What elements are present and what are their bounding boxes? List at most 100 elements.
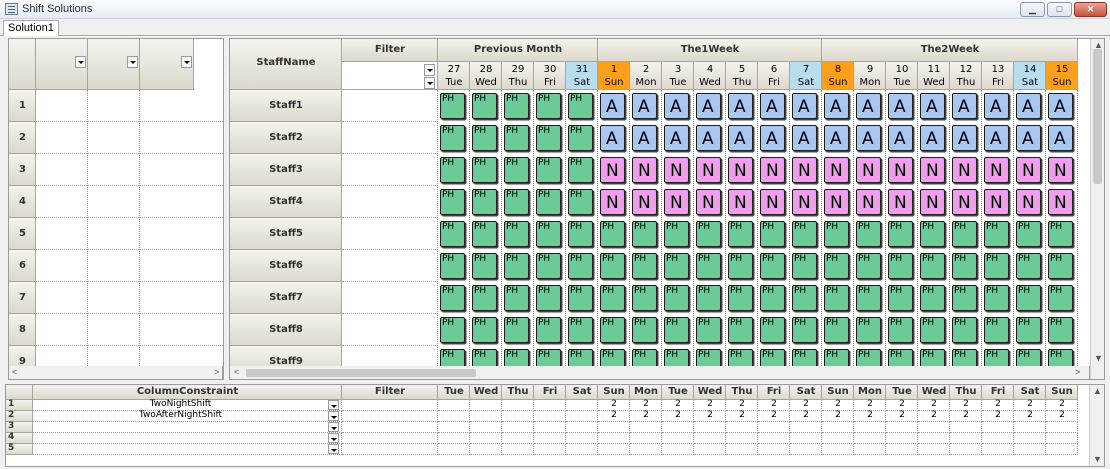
constraint-value-cell[interactable] — [470, 444, 502, 455]
constraint-value-cell[interactable] — [438, 400, 470, 411]
filter-row[interactable] — [36, 154, 223, 186]
shift-cell[interactable]: PH — [728, 285, 753, 311]
constraint-value-cell[interactable] — [598, 444, 630, 455]
constraint-value-cell[interactable] — [502, 444, 534, 455]
shift-cell[interactable]: PH — [568, 285, 593, 311]
chevron-down-icon[interactable] — [328, 400, 339, 410]
shift-cell[interactable]: PH — [696, 317, 721, 343]
shift-cell[interactable]: PH — [472, 189, 497, 215]
shift-cell[interactable]: PH — [792, 317, 817, 343]
shift-cell[interactable]: PH — [984, 253, 1009, 279]
shift-cell[interactable]: A — [984, 93, 1009, 119]
shift-cell[interactable]: PH — [472, 253, 497, 279]
filter-row[interactable] — [36, 250, 223, 282]
shift-cell[interactable]: PH — [440, 253, 465, 279]
constraint-value-cell[interactable] — [566, 444, 598, 455]
shift-cell[interactable]: PH — [952, 285, 977, 311]
shift-cell[interactable]: PH — [856, 285, 881, 311]
constraint-value-cell[interactable] — [1014, 444, 1046, 455]
shift-cell[interactable]: PH — [1016, 317, 1041, 343]
shift-cell[interactable]: PH — [824, 285, 849, 311]
shift-cell[interactable]: PH — [728, 253, 753, 279]
shift-cell[interactable]: PH — [472, 125, 497, 151]
shift-cell[interactable]: PH — [568, 253, 593, 279]
filter-cell[interactable] — [342, 422, 438, 433]
shift-cell[interactable]: PH — [504, 157, 529, 183]
constraint-value-cell[interactable] — [438, 422, 470, 433]
constraint-value-cell[interactable] — [502, 422, 534, 433]
constraint-value-cell[interactable] — [694, 422, 726, 433]
shift-cell[interactable]: PH — [536, 253, 561, 279]
tab-solution1[interactable]: Solution1 — [3, 20, 59, 36]
shift-cell[interactable]: PH — [760, 253, 785, 279]
shift-cell[interactable]: N — [664, 189, 689, 215]
shift-cell[interactable]: A — [792, 125, 817, 151]
constraint-value-cell[interactable] — [982, 422, 1014, 433]
shift-cell[interactable]: N — [824, 157, 849, 183]
shift-cell[interactable]: N — [1016, 157, 1041, 183]
shift-cell[interactable]: PH — [888, 253, 913, 279]
constraint-value-cell[interactable] — [790, 444, 822, 455]
constraint-value-cell[interactable] — [566, 433, 598, 444]
shift-cell[interactable]: PH — [440, 125, 465, 151]
shift-cell[interactable]: PH — [1048, 317, 1073, 343]
shift-cell[interactable]: PH — [504, 189, 529, 215]
constraint-value-cell[interactable] — [534, 400, 566, 411]
shift-cell[interactable]: PH — [952, 317, 977, 343]
shift-cell[interactable]: N — [632, 189, 657, 215]
shift-cell[interactable]: A — [664, 93, 689, 119]
shift-cell[interactable]: PH — [600, 221, 625, 247]
shift-cell[interactable]: PH — [568, 125, 593, 151]
maximize-button[interactable]: □ — [1047, 2, 1072, 17]
shift-cell[interactable]: PH — [504, 317, 529, 343]
shift-cell[interactable]: PH — [824, 253, 849, 279]
filter-cell[interactable] — [342, 400, 438, 411]
chevron-down-icon[interactable] — [328, 433, 339, 443]
constraint-value-cell[interactable] — [758, 444, 790, 455]
constraint-value-cell[interactable] — [662, 433, 694, 444]
constraint-value-cell[interactable] — [1014, 433, 1046, 444]
shift-cell[interactable]: A — [728, 125, 753, 151]
shift-cell[interactable]: N — [824, 189, 849, 215]
shift-cell[interactable]: PH — [696, 253, 721, 279]
shift-cell[interactable]: A — [1016, 93, 1041, 119]
close-button[interactable]: ✕ — [1074, 2, 1107, 17]
shift-cell[interactable]: N — [696, 157, 721, 183]
shift-cell[interactable]: A — [664, 125, 689, 151]
shift-cell[interactable]: PH — [472, 317, 497, 343]
constraint-value-cell[interactable] — [854, 433, 886, 444]
filter-cell[interactable] — [342, 314, 438, 346]
chevron-down-icon[interactable] — [328, 444, 339, 454]
filter-row[interactable] — [36, 122, 223, 154]
shift-cell[interactable]: A — [824, 93, 849, 119]
shift-cell[interactable]: A — [888, 125, 913, 151]
shift-cell[interactable]: PH — [440, 189, 465, 215]
shift-cell[interactable]: PH — [536, 317, 561, 343]
constraint-value-cell[interactable] — [790, 433, 822, 444]
chevron-down-icon[interactable] — [328, 411, 339, 421]
constraint-value-cell[interactable] — [662, 422, 694, 433]
shift-cell[interactable]: A — [600, 93, 625, 119]
shift-cell[interactable]: N — [664, 157, 689, 183]
shift-cell[interactable]: PH — [536, 221, 561, 247]
constraint-value-cell[interactable] — [886, 444, 918, 455]
chevron-down-icon[interactable] — [75, 56, 86, 68]
filter-cell[interactable] — [342, 90, 438, 122]
constraint-value-cell[interactable] — [694, 433, 726, 444]
shift-cell[interactable]: PH — [696, 285, 721, 311]
shift-cell[interactable]: N — [760, 189, 785, 215]
scrollbar-thumb[interactable] — [246, 369, 476, 377]
shift-cell[interactable]: PH — [888, 317, 913, 343]
constraint-value-cell[interactable] — [854, 422, 886, 433]
scrollbar-thumb[interactable] — [1093, 49, 1102, 184]
filter-row[interactable] — [36, 218, 223, 250]
constraint-value-cell[interactable] — [822, 433, 854, 444]
shift-cell[interactable]: A — [856, 125, 881, 151]
constraint-value-cell[interactable] — [726, 433, 758, 444]
shift-cell[interactable]: A — [824, 125, 849, 151]
constraint-value-cell[interactable] — [1014, 422, 1046, 433]
constraint-value-cell[interactable] — [502, 433, 534, 444]
scroll-down-arrow[interactable]: ▼ — [1094, 353, 1103, 363]
shift-cell[interactable]: PH — [536, 125, 561, 151]
scroll-up-arrow[interactable]: ▲ — [1094, 40, 1103, 50]
